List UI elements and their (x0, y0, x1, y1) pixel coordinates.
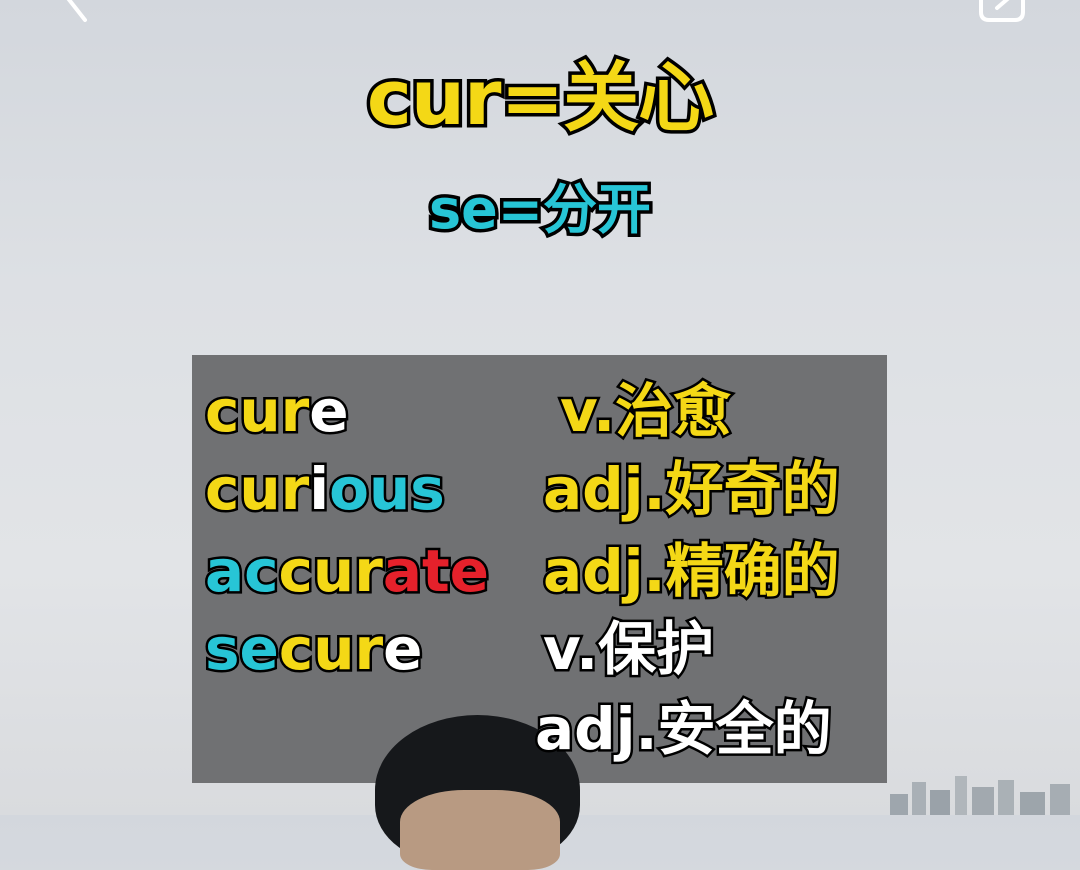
back-arrow-icon[interactable] (55, 0, 89, 24)
vocab-word: secure (203, 618, 426, 681)
word-part: e (307, 377, 351, 445)
vocab-meaning: adj.安全的 (533, 695, 835, 763)
vocab-meaning: v.保护 (540, 615, 716, 683)
word-part: cur (202, 455, 311, 523)
word-part: cur (202, 377, 311, 445)
share-icon[interactable] (975, 0, 1027, 24)
vocab-meaning: adj.好奇的 (541, 455, 843, 523)
word-part: ate (380, 537, 491, 605)
word-part: se (203, 615, 282, 683)
person-face (400, 790, 560, 870)
word-part: cur (276, 615, 385, 683)
vocab-word: accurate (203, 540, 492, 603)
vocab-word: cure (202, 380, 351, 443)
word-part: i (307, 455, 332, 523)
vocab-meaning: v.治愈 (557, 377, 733, 445)
city-skyline (890, 776, 1070, 815)
vocab-meaning: adj.精确的 (541, 537, 843, 605)
word-part: e (381, 615, 425, 683)
word-part: cur (276, 537, 385, 605)
vocab-word: curious (202, 458, 447, 521)
word-part: ac (203, 537, 281, 605)
page-title: cur=关心 (363, 50, 717, 146)
word-part: ous (327, 455, 448, 523)
page-subtitle: se=分开 (425, 175, 654, 245)
